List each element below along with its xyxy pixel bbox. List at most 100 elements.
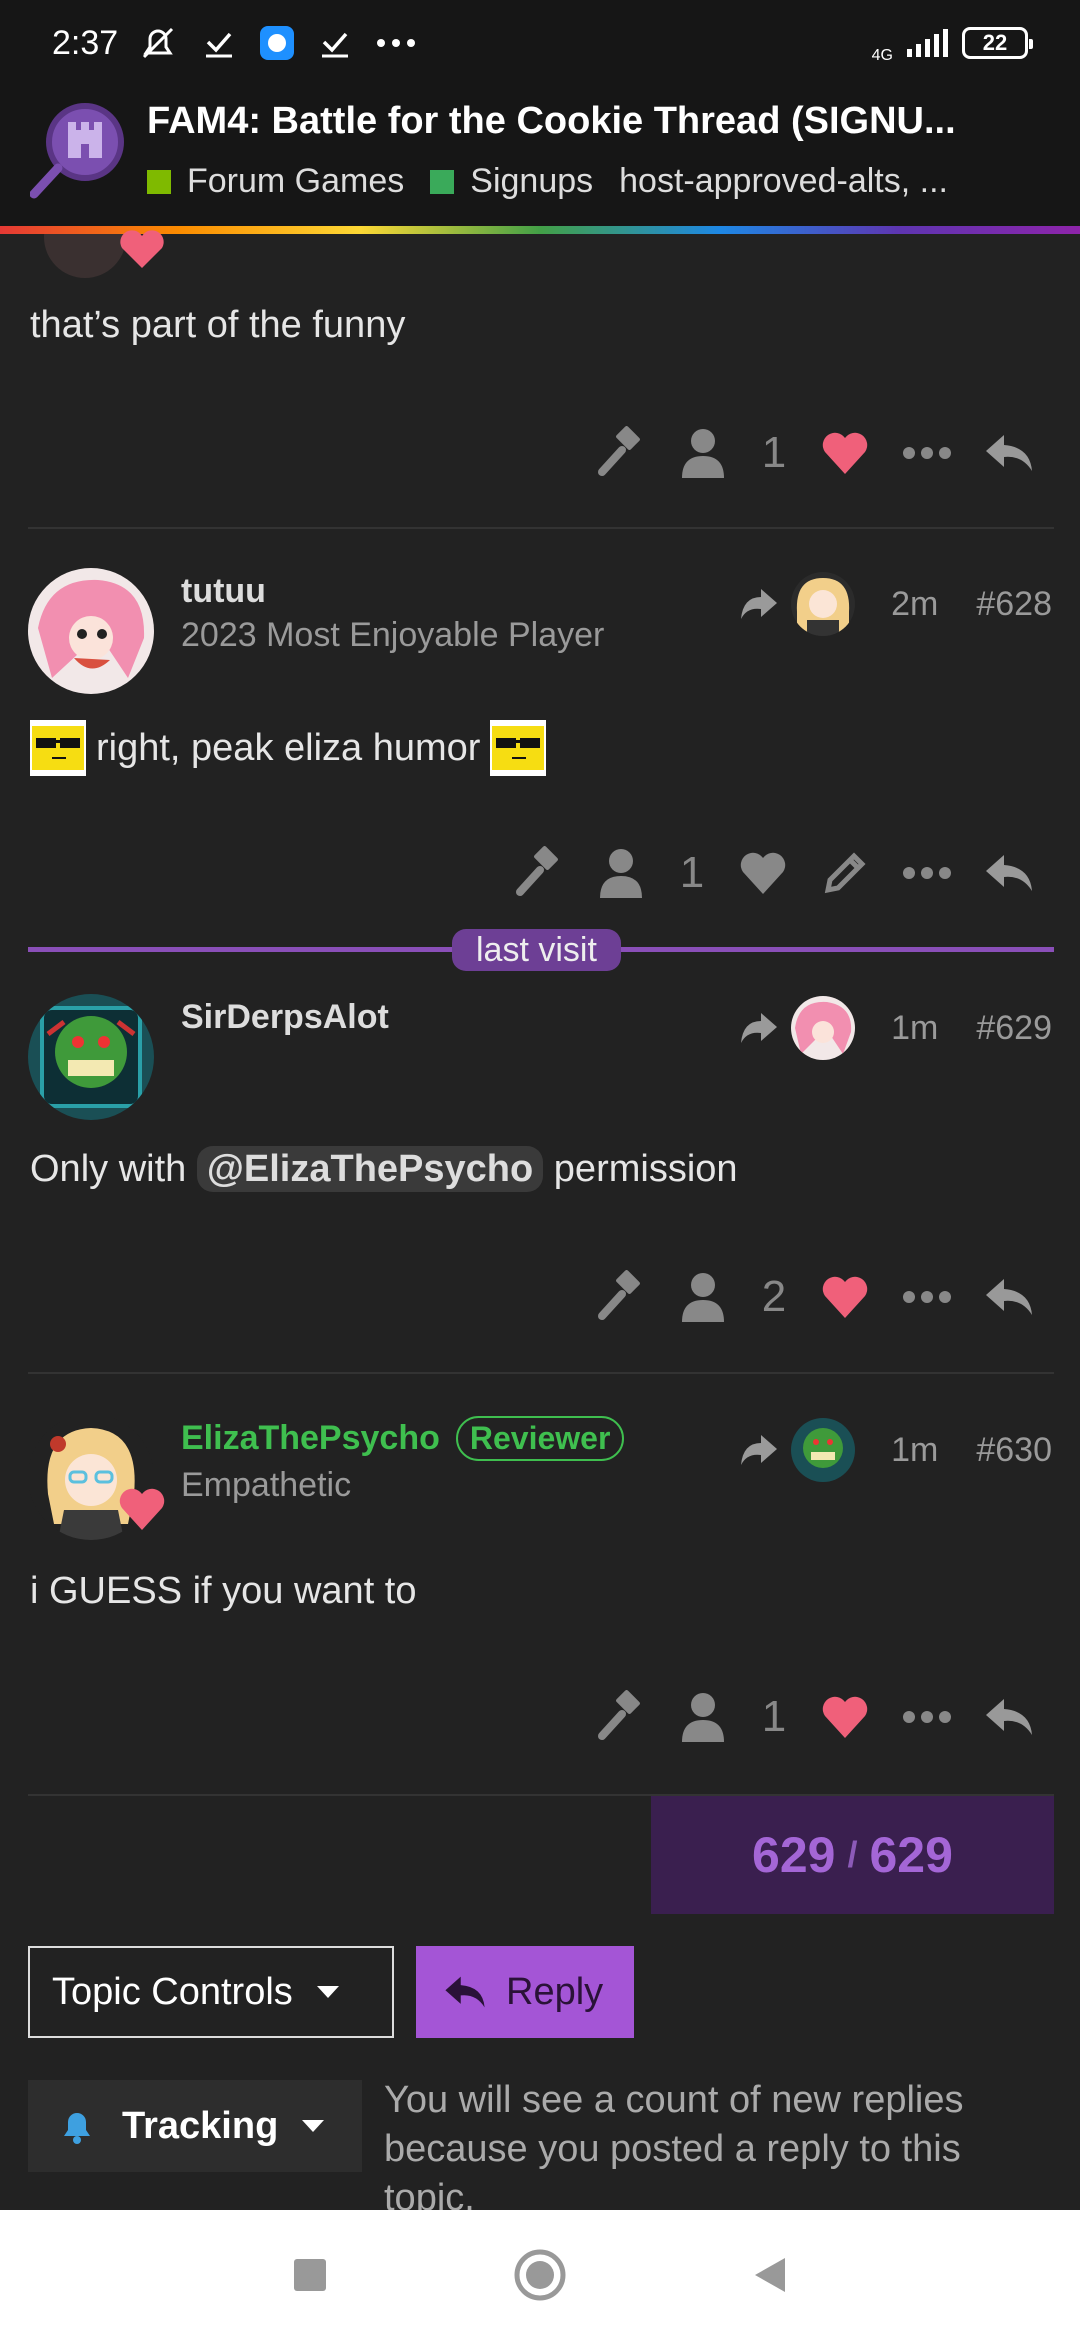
topic-controls-label: Topic Controls (52, 1970, 293, 2013)
avatar-sirderpsalot[interactable] (28, 994, 154, 1120)
reply-button[interactable]: Reply (416, 1946, 634, 2038)
check-download-icon (322, 32, 349, 58)
muted-alarm-icon (143, 27, 174, 59)
user-card-icon[interactable] (662, 418, 744, 488)
user-mention[interactable]: @ElizaThePsycho (196, 1146, 544, 1192)
like-count[interactable]: 2 (744, 1272, 804, 1322)
like-count[interactable]: 1 (744, 428, 804, 478)
signal-icon (907, 29, 948, 57)
like-heart-icon[interactable] (722, 838, 804, 908)
topic-progress[interactable]: 629 / 629 (651, 1796, 1054, 1914)
user-card-icon[interactable] (662, 1682, 744, 1752)
reply-to-tab[interactable] (739, 572, 856, 636)
moderate-hammer-icon[interactable] (498, 838, 580, 908)
more-options-icon[interactable] (886, 1262, 968, 1332)
notification-level-button[interactable]: Tracking (28, 2080, 362, 2172)
back-triangle-icon[interactable] (753, 2256, 787, 2294)
status-right: 4G 22 (871, 22, 1033, 64)
category-forum-games[interactable]: Forum Games (147, 162, 404, 201)
post-text: Only with (30, 1148, 187, 1190)
post-body: Only with @ElizaThePsycho permission (30, 1146, 738, 1192)
group-badge[interactable]: Reviewer (455, 1416, 625, 1461)
username[interactable]: SirDerpsAlot (181, 998, 389, 1037)
topic-title[interactable]: FAM4: Battle for the Cookie Thread (SIGN… (147, 100, 1047, 143)
reply-label: Reply (506, 1970, 604, 2013)
post-number[interactable]: #629 (976, 1009, 1052, 1048)
recent-apps-square-icon[interactable] (293, 2258, 327, 2292)
reply-arrow-icon (445, 1976, 485, 2008)
post-body: right, peak eliza humor (30, 720, 547, 776)
user-card-icon[interactable] (580, 838, 662, 908)
moderate-hammer-icon[interactable] (580, 1682, 662, 1752)
post-text: i GUESS if you want to (30, 1570, 417, 1612)
post-meta: 1m #630 (739, 1418, 1052, 1482)
post-time[interactable]: 1m (891, 1009, 938, 1048)
caret-down-icon (316, 1986, 339, 1998)
more-options-icon[interactable] (886, 418, 968, 488)
post-actions: 1 (580, 418, 1050, 488)
more-options-icon[interactable] (886, 838, 968, 908)
reply-arrow-icon[interactable] (968, 838, 1050, 908)
sunglasses-emoji-icon (30, 720, 86, 776)
battery-level: 22 (982, 30, 1008, 55)
reply-arrow-icon[interactable] (968, 1262, 1050, 1332)
category-color-square (147, 169, 171, 194)
topic-header[interactable]: FAM4: Battle for the Cookie Thread (SIGN… (0, 86, 1080, 228)
user-card-icon[interactable] (662, 1262, 744, 1332)
user-title: 2023 Most Enjoyable Player (181, 616, 605, 654)
reply-arrow-icon[interactable] (968, 418, 1050, 488)
network-type: 4G (871, 47, 893, 64)
post-text: right, peak eliza humor (96, 726, 481, 769)
check-download-icon (206, 32, 233, 58)
reply-to-avatar (791, 572, 856, 636)
status-bar: 2:37 4G 22 (0, 0, 1080, 86)
post-time[interactable]: 2m (891, 585, 938, 624)
post-meta: 2m #628 (739, 572, 1052, 636)
like-heart-icon[interactable] (804, 1682, 886, 1752)
topic-controls-button[interactable]: Topic Controls (28, 1946, 394, 2038)
home-circle-icon[interactable] (513, 2248, 567, 2302)
reply-to-arrow-icon (741, 1435, 778, 1465)
status-time: 2:37 (52, 23, 119, 62)
post-divider (28, 527, 1054, 529)
heart-flair-icon (120, 230, 164, 268)
moderate-hammer-icon[interactable] (580, 418, 662, 488)
post-time[interactable]: 1m (891, 1431, 938, 1470)
sunglasses-emoji-icon (490, 720, 547, 776)
username: ElizaThePsycho Reviewer (181, 1416, 625, 1461)
reply-to-arrow-icon (741, 589, 778, 619)
reply-to-arrow-icon (741, 1013, 778, 1043)
avatar-tutuu[interactable] (28, 568, 154, 694)
tracking-description: You will see a count of new replies beca… (384, 2079, 964, 2210)
user-title: Empathetic (181, 1466, 352, 1504)
post-number[interactable]: #630 (976, 1431, 1052, 1470)
moderate-hammer-icon[interactable] (580, 1262, 662, 1332)
topic-tags[interactable]: host-approved-alts, ... (619, 162, 948, 201)
progress-current: 629 (752, 1827, 836, 1883)
app-notification-icon (260, 26, 295, 60)
like-heart-icon[interactable] (804, 1262, 886, 1332)
category-label: Forum Games (187, 162, 405, 200)
site-logo-icon[interactable] (30, 100, 130, 200)
username[interactable]: tutuu (181, 572, 266, 611)
category-color-square (430, 169, 455, 194)
battery-icon: 22 (962, 27, 1033, 59)
like-count[interactable]: 1 (744, 1692, 804, 1742)
post-text: permission (553, 1148, 738, 1190)
reply-to-tab[interactable] (739, 996, 856, 1060)
reply-to-avatar (791, 996, 856, 1060)
caret-down-icon (302, 2120, 325, 2132)
post-actions: 2 (580, 1262, 1050, 1332)
more-notifications-icon (377, 39, 416, 47)
like-count[interactable]: 1 (662, 848, 722, 898)
post-number[interactable]: #628 (976, 585, 1052, 624)
like-heart-icon[interactable] (804, 418, 886, 488)
edit-pencil-icon[interactable] (804, 838, 886, 908)
category-signups[interactable]: Signups (430, 162, 593, 201)
post-divider (28, 1372, 1054, 1374)
reply-arrow-icon[interactable] (968, 1682, 1050, 1752)
reply-to-tab[interactable] (739, 1418, 856, 1482)
more-options-icon[interactable] (886, 1682, 968, 1752)
bell-icon (64, 2113, 90, 2144)
username-link[interactable]: ElizaThePsycho (181, 1419, 440, 1458)
